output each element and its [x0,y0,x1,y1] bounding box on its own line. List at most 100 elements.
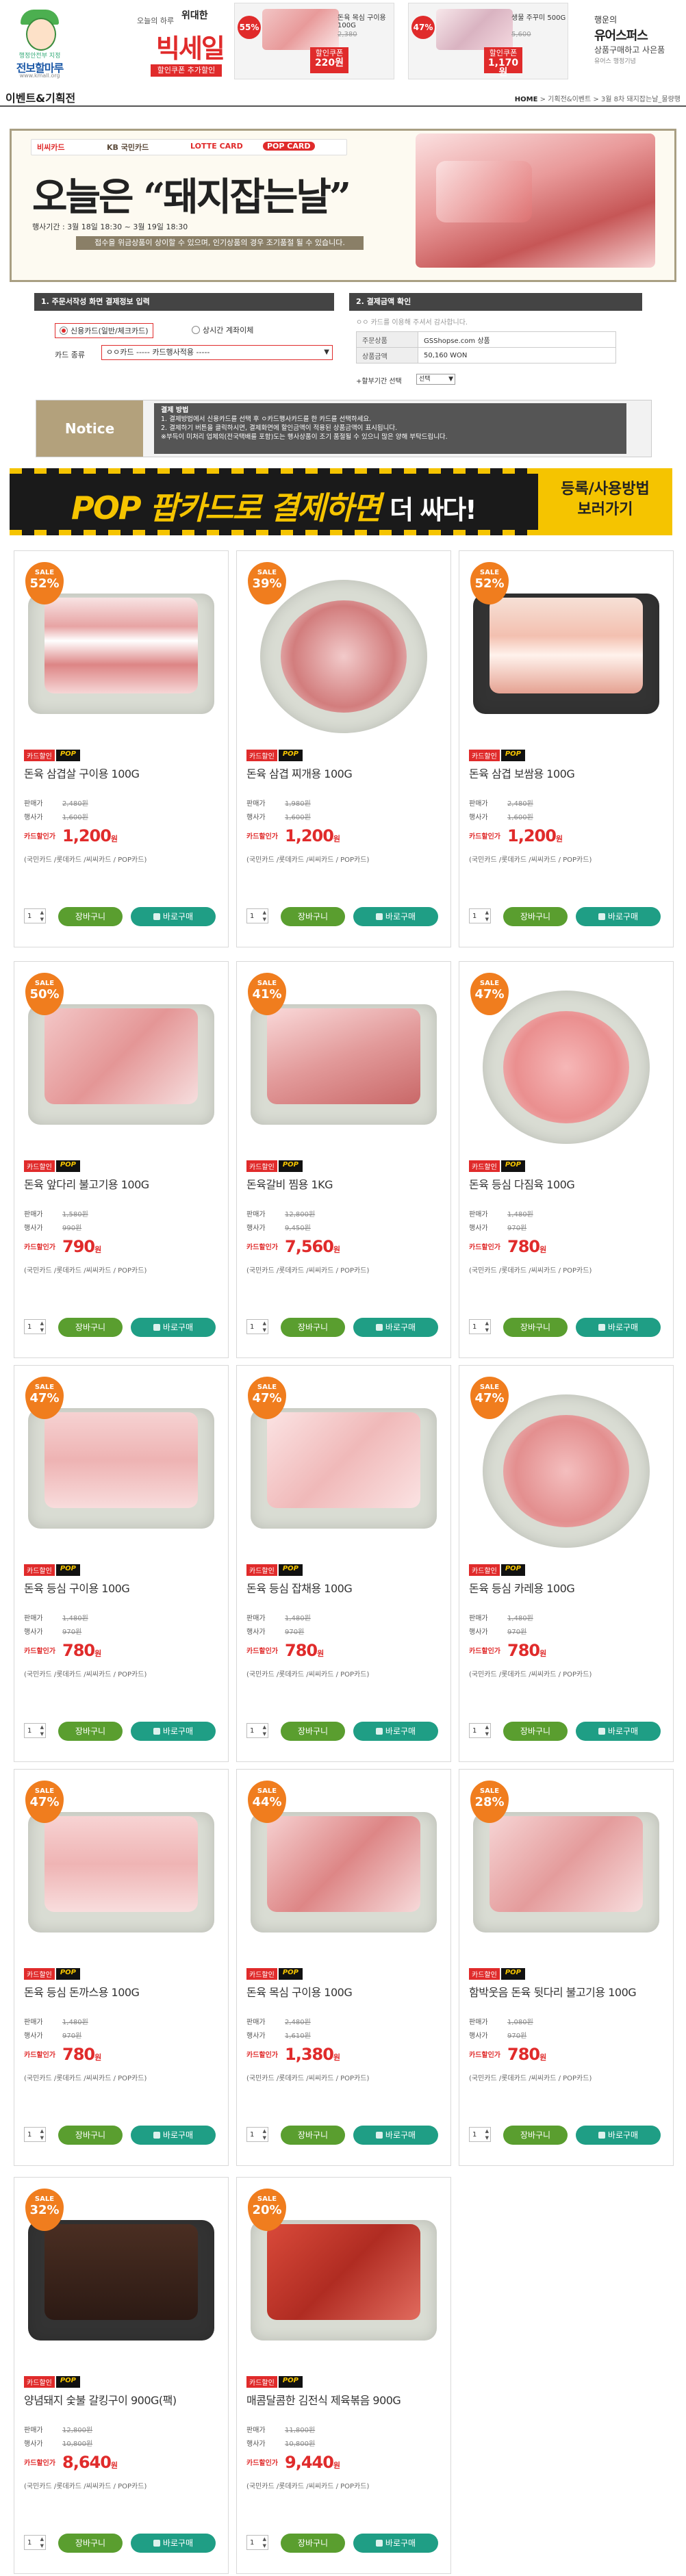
site-logo[interactable]: 행정안전부 지정 전보할마루 www.kmall.org [5,8,74,79]
add-to-cart-button[interactable]: 장바구니 [58,907,123,926]
product-name[interactable]: 돈육 등심 잡채용 100G [246,1579,353,1596]
stepper-arrows-icon[interactable]: ▲ ▼ [485,909,489,923]
stepper-arrows-icon[interactable]: ▲ ▼ [263,909,266,923]
stepper-arrows-icon[interactable]: ▲ ▼ [263,1724,266,1737]
buy-now-button[interactable]: 바로구매 [576,2126,661,2145]
pop-how-to-button[interactable]: 등록/사용방법 보러가기 [538,468,672,535]
product-card[interactable]: SALE 32% 카드할인 POP 양념돼지 숯불 갈킹구이 900G(팩) 판매… [14,2177,229,2574]
quantity-stepper[interactable]: 1 ▲ ▼ [24,2127,46,2142]
add-to-cart-button[interactable]: 장바구니 [58,1722,123,1741]
buy-now-button[interactable]: 바로구매 [576,1722,661,1741]
radio-credit-card[interactable]: 신용카드(일반/체크카드) [55,323,153,338]
product-name[interactable]: 매콤달콤한 김전식 제육볶음 900G [246,2391,401,2408]
stepper-arrows-icon[interactable]: ▲ ▼ [263,2128,266,2141]
product-card[interactable]: SALE 52% 카드할인 POP 돈육 삼겹 보쌈용 100G 판매가 2,480… [459,550,674,947]
quantity-stepper[interactable]: 1 ▲ ▼ [24,908,46,923]
product-name[interactable]: 함박웃음 돈육 뒷다리 불고기용 100G [469,1983,637,2000]
add-to-cart-button[interactable]: 장바구니 [58,2126,123,2145]
product-name[interactable]: 돈육 등심 다짐육 100G [469,1175,575,1192]
product-name[interactable]: 돈육 삼겹 찌개용 100G [246,765,353,781]
stepper-arrows-icon[interactable]: ▲ ▼ [40,2536,44,2549]
add-to-cart-button[interactable]: 장바구니 [281,1722,345,1741]
stepper-arrows-icon[interactable]: ▲ ▼ [485,1724,489,1737]
buy-now-button[interactable]: 바로구매 [576,907,661,926]
quantity-stepper[interactable]: 1 ▲ ▼ [469,1723,491,1738]
quantity-stepper[interactable]: 1 ▲ ▼ [24,1319,46,1334]
buy-now-button[interactable]: 바로구매 [131,2126,216,2145]
radio-bank-transfer[interactable]: 상시간 계좌이체 [192,324,253,335]
quantity-stepper[interactable]: 1 ▲ ▼ [24,2535,46,2550]
add-to-cart-button[interactable]: 장바구니 [58,2534,123,2553]
product-card[interactable]: SALE 44% 카드할인 POP 돈육 목심 구이용 100G 판매가 2,480… [236,1769,451,2166]
product-name[interactable]: 돈육 등심 카레용 100G [469,1579,575,1596]
product-card[interactable]: SALE 47% 카드할인 POP 돈육 등심 다짐육 100G 판매가 1,480… [459,961,674,1358]
quantity-stepper[interactable]: 1 ▲ ▼ [246,1723,268,1738]
product-name[interactable]: 돈육 삼겹 보쌈용 100G [469,765,575,781]
promo-banner-1[interactable]: 55% 돈육 목심 구이용 100G 2,380 할인쿠폰 220원 [234,3,394,79]
add-to-cart-button[interactable]: 장바구니 [281,2126,345,2145]
card-price-row: 카드할인가 780원 [469,1641,546,1660]
buy-now-button[interactable]: 바로구매 [353,2126,438,2145]
event-price-row: 행사가 1,600원 [469,811,533,821]
stepper-arrows-icon[interactable]: ▲ ▼ [485,2128,489,2141]
buy-now-button[interactable]: 바로구매 [576,1318,661,1337]
quantity-stepper[interactable]: 1 ▲ ▼ [469,1319,491,1334]
product-card[interactable]: SALE 47% 카드할인 POP 돈육 등심 잡채용 100G 판매가 1,480… [236,1365,451,1762]
product-card[interactable]: SALE 28% 카드할인 POP 함박웃음 돈육 뒷다리 불고기용 100G 판… [459,1769,674,2166]
buy-now-button[interactable]: 바로구매 [353,1722,438,1741]
quantity-stepper[interactable]: 1 ▲ ▼ [246,908,268,923]
buy-now-button[interactable]: 바로구매 [131,1722,216,1741]
quantity-stepper[interactable]: 1 ▲ ▼ [469,908,491,923]
quantity-stepper[interactable]: 1 ▲ ▼ [246,2127,268,2142]
product-card[interactable]: SALE 47% 카드할인 POP 돈육 등심 돈까스용 100G 판매가 1,48… [14,1769,229,2166]
stepper-arrows-icon[interactable]: ▲ ▼ [40,1320,44,1334]
add-to-cart-button[interactable]: 장바구니 [503,1722,568,1741]
add-to-cart-button[interactable]: 장바구니 [281,1318,345,1337]
quantity-stepper[interactable]: 1 ▲ ▼ [246,2535,268,2550]
stepper-arrows-icon[interactable]: ▲ ▼ [40,909,44,923]
product-card[interactable]: SALE 47% 카드할인 POP 돈육 등심 구이용 100G 판매가 1,480… [14,1365,229,1762]
buy-now-button[interactable]: 바로구매 [353,907,438,926]
lucky-banner[interactable]: 행운의 유어스퍼스 상품구매하고 사은품 유어스 행정기념 [594,7,685,75]
buy-now-button[interactable]: 바로구매 [353,1318,438,1337]
stepper-arrows-icon[interactable]: ▲ ▼ [40,2128,44,2141]
pop-card-banner[interactable]: POP 팝카드로 결제하면 더 싸다! 등록/사용방법 보러가기 [10,468,672,535]
product-card[interactable]: SALE 50% 카드할인 POP 돈육 앞다리 불고기용 100G 판매가 1,5… [14,961,229,1358]
product-name[interactable]: 돈육 삼겹살 구이용 100G [24,765,140,781]
add-to-cart-button[interactable]: 장바구니 [503,907,568,926]
retail-price-row: 판매가 1,080원 [469,2016,533,2026]
product-card[interactable]: SALE 52% 카드할인 POP 돈육 삼겹살 구이용 100G 판매가 2,48… [14,550,229,947]
bigsale-banner[interactable]: 오늘의 하루 위대한 빅세일 할인쿠폰 추가할인 [137,8,226,77]
product-name[interactable]: 양념돼지 숯불 갈킹구이 900G(팩) [24,2391,177,2408]
product-name[interactable]: 돈육 목심 구이용 100G [246,1983,353,2000]
card-type-select[interactable]: ㅇㅇ카드 ----- 카드행사적용 ----- ▼ [101,345,333,360]
stepper-arrows-icon[interactable]: ▲ ▼ [263,2536,266,2549]
stepper-arrows-icon[interactable]: ▲ ▼ [40,1724,44,1737]
quantity-stepper[interactable]: 1 ▲ ▼ [246,1319,268,1334]
product-name[interactable]: 돈육 등심 돈까스용 100G [24,1983,140,2000]
promo-banner-2[interactable]: 47% 생물 주꾸미 500G 5,600 할인쿠폰 1,170원 [408,3,568,79]
buy-now-button[interactable]: 바로구매 [131,2534,216,2553]
stepper-arrows-icon[interactable]: ▲ ▼ [263,1320,266,1334]
installment-select[interactable]: 선택 ▼ [416,374,455,385]
card-price-row: 카드할인가 1,200원 [24,826,118,845]
product-card[interactable]: SALE 41% 카드할인 POP 돈육갈비 찜용 1KG 판매가 12,800원 … [236,961,451,1358]
add-to-cart-button[interactable]: 장바구니 [281,2534,345,2553]
buy-now-button[interactable]: 바로구매 [353,2534,438,2553]
product-name[interactable]: 돈육 등심 구이용 100G [24,1579,130,1596]
quantity-stepper[interactable]: 1 ▲ ▼ [24,1723,46,1738]
buy-now-button[interactable]: 바로구매 [131,1318,216,1337]
add-to-cart-button[interactable]: 장바구니 [503,1318,568,1337]
product-card[interactable]: SALE 47% 카드할인 POP 돈육 등심 카레용 100G 판매가 1,480… [459,1365,674,1762]
product-name[interactable]: 돈육갈비 찜용 1KG [246,1175,333,1192]
add-to-cart-button[interactable]: 장바구니 [58,1318,123,1337]
product-name[interactable]: 돈육 앞다리 불고기용 100G [24,1175,149,1192]
add-to-cart-button[interactable]: 장바구니 [503,2126,568,2145]
product-card[interactable]: SALE 39% 카드할인 POP 돈육 삼겹 찌개용 100G 판매가 1,980… [236,550,451,947]
add-to-cart-button[interactable]: 장바구니 [281,907,345,926]
buy-now-button[interactable]: 바로구매 [131,907,216,926]
stepper-arrows-icon[interactable]: ▲ ▼ [485,1320,489,1334]
quantity-stepper[interactable]: 1 ▲ ▼ [469,2127,491,2142]
breadcrumb-home[interactable]: HOME [515,96,538,103]
product-card[interactable]: SALE 20% 카드할인 POP 매콤달콤한 김전식 제육볶음 900G 판매가… [236,2177,451,2574]
